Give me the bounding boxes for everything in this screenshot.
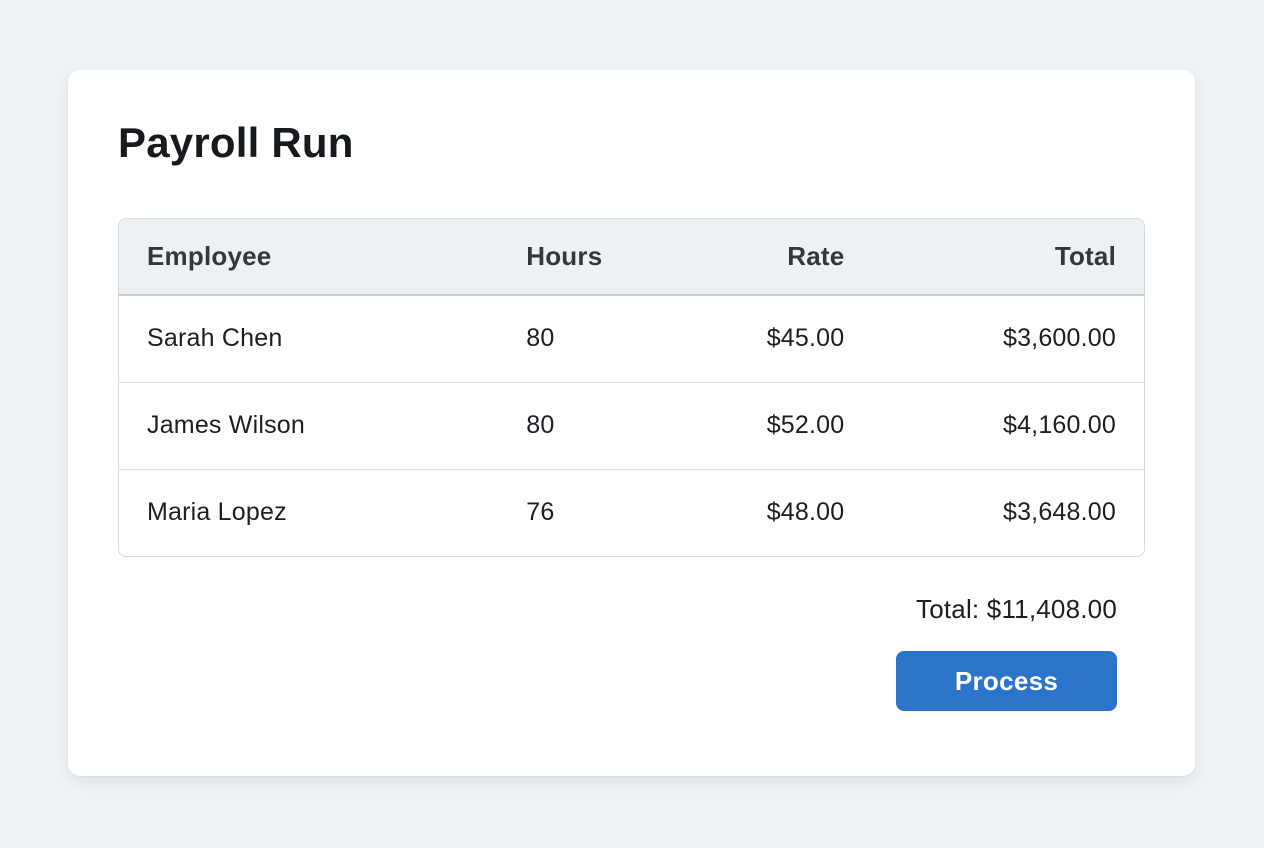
table-row: Maria Lopez 76 $48.00 $3,648.00: [119, 469, 1144, 556]
table-row: James Wilson 80 $52.00 $4,160.00: [119, 382, 1144, 469]
total-cell: $3,600.00: [872, 295, 1144, 382]
rate-cell: $52.00: [683, 382, 873, 469]
rate-cell: $45.00: [683, 295, 873, 382]
column-header-total: Total: [872, 219, 1144, 295]
table-row: Sarah Chen 80 $45.00 $3,600.00: [119, 295, 1144, 382]
rate-cell: $48.00: [683, 469, 873, 556]
payroll-table: Employee Hours Rate Total Sarah Chen 80 …: [119, 219, 1144, 556]
payroll-card: Payroll Run Employee Hours Rate Total Sa…: [68, 70, 1195, 776]
column-header-employee: Employee: [119, 219, 498, 295]
hours-cell: 80: [498, 382, 683, 469]
table-header-row: Employee Hours Rate Total: [119, 219, 1144, 295]
employee-cell: Maria Lopez: [119, 469, 498, 556]
total-value: $11,408.00: [987, 594, 1117, 624]
total-cell: $4,160.00: [872, 382, 1144, 469]
total-label: Total:: [916, 594, 979, 624]
total-cell: $3,648.00: [872, 469, 1144, 556]
column-header-rate: Rate: [683, 219, 873, 295]
payroll-table-container: Employee Hours Rate Total Sarah Chen 80 …: [118, 218, 1145, 557]
column-header-hours: Hours: [498, 219, 683, 295]
hours-cell: 80: [498, 295, 683, 382]
footer-actions: Total: $11,408.00 Process: [118, 557, 1145, 711]
hours-cell: 76: [498, 469, 683, 556]
employee-cell: Sarah Chen: [119, 295, 498, 382]
page-title: Payroll Run: [118, 118, 1145, 168]
process-button[interactable]: Process: [896, 651, 1117, 711]
total-summary: Total: $11,408.00: [916, 594, 1117, 625]
employee-cell: James Wilson: [119, 382, 498, 469]
